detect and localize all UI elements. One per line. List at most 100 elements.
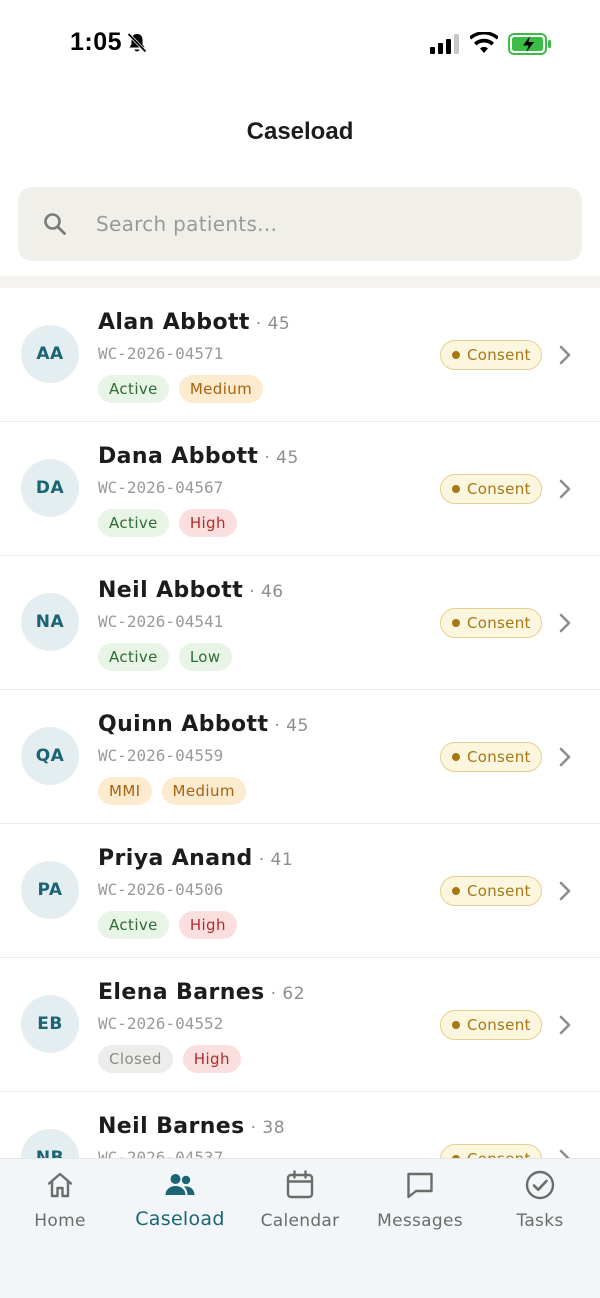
risk-badge: Low (178, 643, 232, 671)
chevron-right-icon (559, 881, 571, 901)
tab-caseload-label: Caseload (135, 1208, 225, 1230)
consent-dot-icon (452, 351, 460, 359)
risk-badge: High (178, 509, 237, 537)
check-circle-icon (525, 1170, 555, 1200)
risk-badge: High (182, 1045, 241, 1073)
patient-age: · 41 (258, 850, 294, 870)
consent-label: Consent (467, 1150, 531, 1158)
consent-dot-icon (452, 619, 460, 627)
status-badge: Active (98, 643, 169, 671)
consent-dot-icon (452, 485, 460, 493)
avatar: PA (21, 861, 79, 919)
patient-row[interactable]: DA Dana Abbott · 45 WC-2026-04567 Active High… (0, 422, 600, 556)
patient-name: Neil Barnes (98, 1114, 245, 1139)
consent-label: Consent (467, 614, 531, 632)
message-icon (407, 1172, 433, 1199)
case-id: WC-2026-04571 (98, 344, 224, 363)
patient-row[interactable]: NB Neil Barnes· 38 WC-2026-04537 Consent (0, 1092, 600, 1158)
tab-calendar-label: Calendar (260, 1211, 340, 1231)
chevron-right-icon (559, 613, 571, 633)
consent-label: Consent (467, 882, 531, 900)
consent-dot-icon (452, 753, 460, 761)
case-id: WC-2026-04559 (98, 746, 224, 765)
consent-badge: Consent (440, 1010, 542, 1040)
status-tags: Closed High (98, 1045, 241, 1073)
tab-bar: Home Caseload Calendar Messages Tasks (0, 1158, 600, 1298)
risk-badge: Medium (178, 375, 264, 403)
patient-row[interactable]: NA Neil Abbott · 46 WC-2026-04541 Active Low C… (0, 556, 600, 690)
status-tags: Active High (98, 911, 237, 939)
patient-age: · 62 (270, 984, 306, 1004)
consent-badge: Consent (440, 1144, 542, 1158)
avatar: DA (21, 459, 79, 517)
search-bar[interactable] (18, 187, 582, 261)
status-time: 1:05 (70, 28, 123, 56)
tab-calendar[interactable]: Calendar (240, 1169, 360, 1239)
tab-tasks[interactable]: Tasks (480, 1169, 600, 1239)
consent-badge: Consent (440, 742, 542, 772)
page-title: Caseload (246, 118, 354, 145)
bell-off-icon (126, 32, 148, 54)
consent-label: Consent (467, 480, 531, 498)
status-tags: MMI Medium (98, 777, 246, 805)
tab-tasks-label: Tasks (516, 1211, 564, 1231)
patient-name-line: Dana Abbott · 45 (98, 444, 299, 469)
patient-list[interactable]: AA Alan Abbott · 45 WC-2026-04571 Active Medi… (0, 288, 600, 1158)
case-id: WC-2026-04567 (98, 478, 224, 497)
tab-home-label: Home (34, 1211, 86, 1231)
tab-messages-label: Messages (377, 1211, 463, 1231)
case-id: WC-2026-04552 (98, 1014, 224, 1033)
consent-badge: Consent (440, 608, 542, 638)
cellular-signal-icon (430, 34, 459, 54)
patient-name: Priya Anand (98, 846, 253, 871)
search-icon (44, 213, 66, 235)
patient-name: Quinn Abbott (98, 712, 269, 737)
status-badge: Active (98, 509, 169, 537)
patient-row[interactable]: EB Elena Barnes · 62 WC-2026-04552 Closed Hig… (0, 958, 600, 1092)
avatar: AA (21, 325, 79, 383)
risk-badge: Medium (161, 777, 246, 805)
chevron-right-icon (559, 747, 571, 767)
chevron-right-icon (559, 1149, 570, 1158)
status-tags: Active High (98, 509, 237, 537)
status-bar: 1:05 (0, 0, 600, 88)
battery-charging-icon (508, 33, 551, 55)
patient-name: Dana Abbott (98, 444, 259, 469)
consent-label: Consent (467, 346, 531, 364)
chevron-right-icon (559, 479, 571, 499)
calendar-icon (286, 1170, 314, 1199)
case-id: WC-2026-04506 (98, 880, 224, 899)
status-badge: Closed (98, 1045, 173, 1073)
avatar: EB (21, 995, 79, 1053)
tab-caseload[interactable]: Caseload (120, 1169, 240, 1239)
chevron-right-icon (559, 345, 571, 365)
consent-label: Consent (467, 748, 531, 766)
status-badge: MMI (98, 777, 152, 805)
patient-row[interactable]: AA Alan Abbott · 45 WC-2026-04571 Active Medi… (0, 288, 600, 422)
avatar: NA (21, 593, 79, 651)
home-icon (47, 1172, 73, 1198)
status-badge: Active (98, 375, 169, 403)
search-input[interactable] (96, 205, 556, 243)
risk-badge: High (178, 911, 237, 939)
status-tags: Active Medium (98, 375, 264, 403)
patient-name: Elena Barnes (98, 980, 265, 1005)
patient-age: · 45 (264, 448, 299, 468)
status-badge: Active (98, 911, 169, 939)
consent-badge: Consent (440, 876, 542, 906)
avatar: NB (21, 1129, 79, 1158)
chevron-right-icon (559, 1015, 571, 1035)
tab-home[interactable]: Home (0, 1169, 120, 1239)
patient-name-line: Quinn Abbott · 45 (98, 712, 309, 737)
patient-row[interactable]: QA Quinn Abbott · 45 WC-2026-04559 MMI Medium… (0, 690, 600, 824)
consent-label: Consent (467, 1016, 531, 1034)
patient-age: · 45 (274, 716, 309, 736)
tab-messages[interactable]: Messages (360, 1169, 480, 1239)
section-divider (0, 276, 600, 288)
case-id: WC-2026-04537 (98, 1148, 224, 1158)
consent-dot-icon (452, 887, 460, 895)
patient-age: · 45 (255, 314, 291, 334)
people-icon (165, 1174, 195, 1195)
patient-row[interactable]: PA Priya Anand · 41 WC-2026-04506 Active High… (0, 824, 600, 958)
wifi-icon (470, 32, 498, 53)
